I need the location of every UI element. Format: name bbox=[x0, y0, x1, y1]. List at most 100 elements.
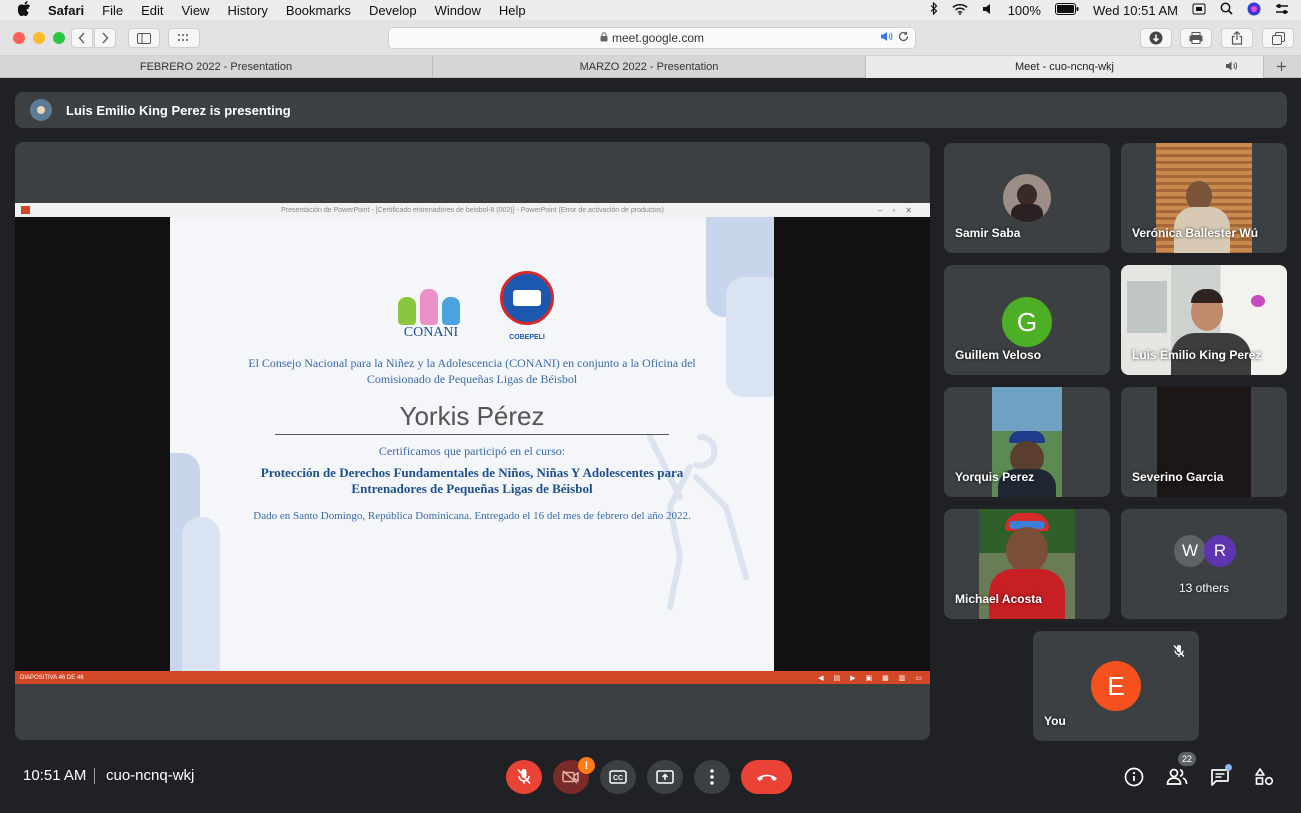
new-tab-overview-button[interactable] bbox=[1262, 28, 1294, 48]
tab-label: MARZO 2022 - Presentation bbox=[579, 61, 719, 73]
menu-history[interactable]: History bbox=[227, 3, 267, 18]
tab-label: FEBRERO 2022 - Presentation bbox=[139, 61, 293, 73]
menu-app-name[interactable]: Safari bbox=[48, 3, 84, 18]
spotlight-search-icon[interactable] bbox=[1220, 2, 1233, 18]
certificate-date: Dado en Santo Domingo, República Dominic… bbox=[253, 510, 691, 522]
bluetooth-icon[interactable] bbox=[930, 1, 938, 18]
leave-call-button[interactable] bbox=[741, 760, 792, 794]
participant-tile-self[interactable]: E You bbox=[1033, 631, 1199, 741]
participant-tile-michael-acosta[interactable]: Michael Acosta bbox=[944, 509, 1110, 619]
new-tab-button[interactable] bbox=[1264, 56, 1299, 77]
participant-name: Luis Emilio King Perez bbox=[1132, 348, 1262, 362]
hangup-icon bbox=[756, 774, 777, 781]
participant-tile-severino-garcia[interactable]: Severino Garcia bbox=[1121, 387, 1287, 497]
menu-view[interactable]: View bbox=[182, 3, 210, 18]
tab-meet[interactable]: Meet - cuo-ncnq-wkj bbox=[866, 56, 1264, 78]
tab-speaker-icon[interactable] bbox=[1225, 61, 1238, 74]
menubar-clock[interactable]: Wed 10:51 AM bbox=[1093, 3, 1178, 18]
participant-initial-avatar: R bbox=[1204, 535, 1236, 567]
fullscreen-window-button[interactable] bbox=[53, 32, 65, 44]
slide-decoration-right-2 bbox=[726, 277, 774, 397]
tab-overview-button[interactable] bbox=[168, 28, 200, 48]
participant-name: Yorquis Perez bbox=[955, 470, 1035, 484]
next-slide-icon: ▶ bbox=[850, 674, 856, 682]
slide-decoration-left-2 bbox=[182, 517, 220, 671]
wifi-icon[interactable] bbox=[952, 3, 968, 18]
menu-window[interactable]: Window bbox=[435, 3, 481, 18]
reload-icon[interactable] bbox=[898, 31, 909, 45]
certificate-course: Protección de Derechos Fundamentales de … bbox=[260, 465, 684, 496]
powerpoint-slide-area: CONANI COBEPELI El Consejo Nacional para… bbox=[15, 217, 930, 671]
meeting-details-button[interactable] bbox=[1121, 764, 1147, 790]
menu-bookmarks[interactable]: Bookmarks bbox=[286, 3, 351, 18]
powerpoint-window-title: Presentación de PowerPoint - [Certificad… bbox=[281, 206, 664, 214]
show-everyone-button[interactable] bbox=[1164, 764, 1190, 790]
closed-captions-icon: CC bbox=[609, 770, 627, 784]
menu-help[interactable]: Help bbox=[499, 3, 526, 18]
mic-off-icon bbox=[517, 768, 531, 785]
certificate-intro: El Consejo Nacional para la Niñez y la A… bbox=[248, 356, 696, 386]
more-options-button[interactable] bbox=[694, 760, 730, 794]
certificate-statement: Certificamos que participó en el curso: bbox=[378, 444, 566, 458]
participant-tile-veronica[interactable]: Verónica Ballester Wú bbox=[1121, 143, 1287, 253]
presentation-stage[interactable]: Presentación de PowerPoint - [Certificad… bbox=[15, 142, 930, 740]
cobepeli-logo: COBEPELI bbox=[496, 267, 558, 341]
participant-initial-avatar: W bbox=[1174, 535, 1206, 567]
participant-name: Severino Garcia bbox=[1132, 470, 1224, 484]
menu-file[interactable]: File bbox=[102, 3, 123, 18]
participant-tile-guillem-veloso[interactable]: G Guillem Veloso bbox=[944, 265, 1110, 375]
address-bar[interactable]: meet.google.com bbox=[388, 27, 916, 49]
info-icon bbox=[1124, 767, 1144, 787]
participant-tile-yorquis-perez[interactable]: Yorquis Perez bbox=[944, 387, 1110, 497]
downloads-button[interactable] bbox=[1140, 28, 1172, 48]
logo-row: CONANI COBEPELI bbox=[392, 267, 558, 341]
participant-tile-others[interactable]: W R 13 others bbox=[1121, 509, 1287, 619]
print-button[interactable] bbox=[1180, 28, 1212, 48]
lock-icon bbox=[600, 31, 608, 45]
presenting-text: Luis Emilio King Perez is presenting bbox=[66, 102, 291, 118]
participant-initial-avatar: G bbox=[1002, 297, 1052, 347]
normal-view-icon: ▣ bbox=[865, 674, 873, 682]
sorter-view-icon: ▦ bbox=[882, 674, 889, 682]
participant-tile-luis-emilio[interactable]: Luis Emilio King Perez bbox=[1121, 265, 1287, 375]
participant-name: You bbox=[1044, 714, 1066, 728]
participant-initial-avatar: E bbox=[1091, 661, 1141, 711]
siri-icon[interactable] bbox=[1247, 2, 1261, 19]
minimize-window-button[interactable] bbox=[33, 32, 45, 44]
meeting-time: 10:51 AM bbox=[23, 767, 87, 784]
forward-button[interactable] bbox=[94, 28, 116, 48]
more-vert-icon bbox=[710, 769, 714, 785]
camera-warning-badge[interactable]: ! bbox=[578, 757, 595, 774]
screen-share-icon[interactable] bbox=[1192, 3, 1206, 18]
recipient-underline bbox=[275, 434, 669, 435]
back-button[interactable] bbox=[71, 28, 93, 48]
window-controls-icon: –▫✕ bbox=[878, 205, 922, 215]
chat-unread-dot bbox=[1225, 764, 1232, 771]
menu-edit[interactable]: Edit bbox=[141, 3, 163, 18]
battery-icon[interactable] bbox=[1054, 2, 1079, 18]
captions-button[interactable]: CC bbox=[600, 760, 636, 794]
reading-view-icon: ▥ bbox=[898, 674, 906, 682]
control-center-icon[interactable] bbox=[1275, 3, 1289, 18]
browser-tab-bar: FEBRERO 2022 - Presentation MARZO 2022 -… bbox=[0, 56, 1301, 78]
tab-febrero-presentation[interactable]: FEBRERO 2022 - Presentation bbox=[0, 56, 433, 78]
meeting-code: cuo-ncnq-wkj bbox=[106, 767, 195, 784]
close-window-button[interactable] bbox=[13, 32, 25, 44]
share-button[interactable] bbox=[1221, 28, 1253, 48]
menu-develop[interactable]: Develop bbox=[369, 3, 417, 18]
apple-menu-icon[interactable] bbox=[17, 1, 32, 19]
participant-tile-samir-saba[interactable]: Samir Saba bbox=[944, 143, 1110, 253]
activities-button[interactable] bbox=[1251, 764, 1277, 790]
participant-name: Verónica Ballester Wú bbox=[1132, 226, 1259, 240]
microphone-toggle-button[interactable] bbox=[506, 760, 542, 794]
tab-audio-icon[interactable] bbox=[880, 31, 893, 45]
volume-icon[interactable] bbox=[982, 3, 994, 18]
sidebar-toggle-button[interactable] bbox=[128, 28, 160, 48]
others-count-label: 13 others bbox=[1178, 581, 1230, 595]
bottom-divider bbox=[94, 768, 95, 784]
tab-marzo-presentation[interactable]: MARZO 2022 - Presentation bbox=[433, 56, 866, 78]
conani-logo-text: CONANI bbox=[403, 325, 459, 340]
present-now-button[interactable] bbox=[647, 760, 683, 794]
cobepeli-logo-text: COBEPELI bbox=[509, 334, 545, 341]
people-icon bbox=[1166, 768, 1188, 785]
